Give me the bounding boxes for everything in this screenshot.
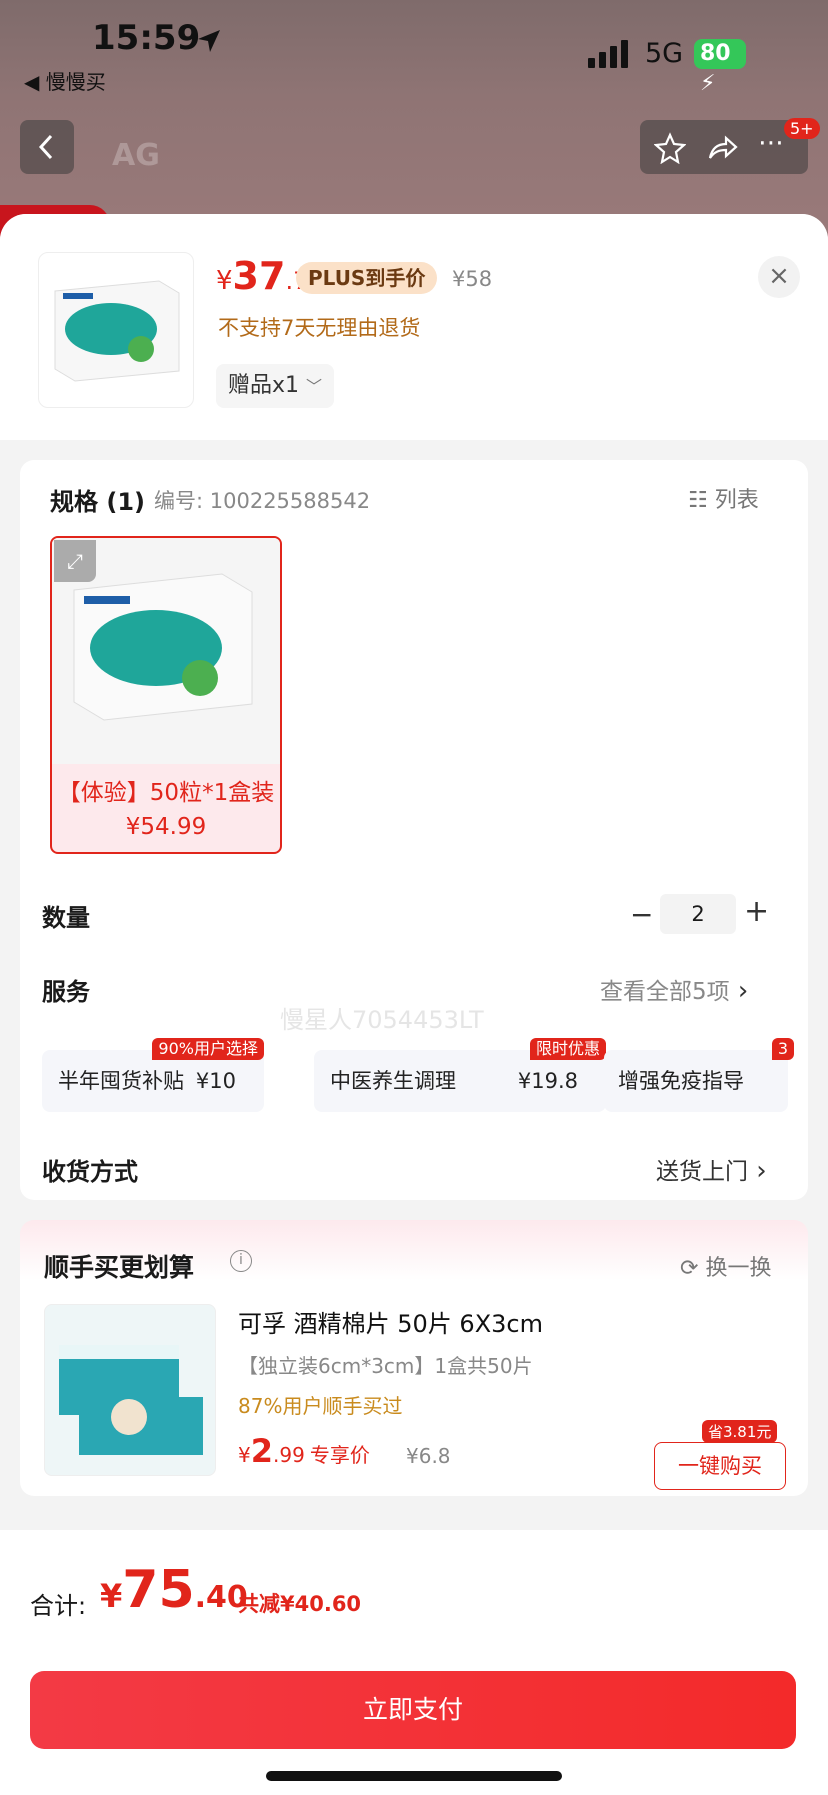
message-badge: 5+ [784,118,820,139]
service-name: 增强免疫指导 [618,1069,744,1093]
addon-product-image[interactable] [44,1304,216,1476]
close-button[interactable]: × [758,256,800,298]
service-name: 中医养生调理 [330,1069,456,1093]
pay-now-button[interactable]: 立即支付 [30,1671,796,1749]
product-thumbnail[interactable] [38,252,194,408]
home-indicator [266,1771,562,1781]
discount-total: 共减¥40.60 [238,1592,362,1616]
swap-button[interactable]: ⟳ 换一换 [680,1250,771,1282]
status-time: 15:59 [92,18,201,58]
nav-action-group: ⋯ [640,120,808,174]
view-all-services-link[interactable]: 查看全部5项 › [600,972,748,1006]
refresh-icon: ⟳ [680,1256,699,1281]
addon-product-name[interactable]: 可孚 酒精棉片 50片 6X3cm [238,1304,543,1339]
service-option[interactable]: 半年囤货补贴 ¥10 90%用户选择 [42,1038,264,1112]
back-button[interactable] [20,120,74,174]
addon-title: 顺手买更划算 [44,1253,195,1282]
service-name: 半年囤货补贴 [58,1069,184,1093]
expand-icon[interactable]: ⤢ [54,540,96,582]
view-all-services-label: 查看全部5项 [600,979,730,1005]
signal-icon [588,40,628,68]
delivery-method-value: 送货上门 [656,1159,748,1185]
quantity-label: 数量 [42,904,90,932]
more-icon[interactable]: ⋯ [758,128,784,158]
service-label: 服务 [42,978,90,1006]
star-icon[interactable] [654,132,686,164]
return-policy-note: 不支持7天无理由退货 [218,316,421,340]
info-icon[interactable]: i [230,1250,252,1272]
service-option[interactable]: 增强免疫指导 3 [604,1038,794,1112]
chevron-left-icon [38,134,53,160]
alcohol-pad-box-image [59,1345,203,1455]
location-arrow-icon [198,30,220,52]
addon-original-price: ¥6.8 [406,1444,451,1468]
chevron-right-icon: › [748,1156,767,1186]
original-price: ¥58 [452,267,493,291]
network-label: 5G [645,38,684,69]
watermark-text: 慢星人7054453LT [280,1006,484,1034]
current-price: ¥37.7 [216,254,308,298]
delivery-method-link[interactable]: 送货上门 › [656,1152,767,1186]
list-icon: ☷ [688,488,708,513]
brand-logo: AG [112,138,160,173]
checkout-bar: 合计: ¥75.40 共减¥40.60 立即支付 [0,1530,828,1795]
service-badge: 限时优惠 [529,1038,606,1060]
delivery-label: 收货方式 [42,1158,138,1186]
service-badge: 3 [771,1038,794,1060]
quantity-decrease-button[interactable]: − [630,898,653,931]
battery-icon: 80 ⚡ [694,39,746,96]
addon-product-desc: 【独立装6cm*3cm】1盒共50片 [238,1354,533,1378]
swap-label: 换一换 [705,1256,772,1281]
plus-price-tag: PLUS到手价 [296,262,438,294]
chevron-right-icon: › [729,976,749,1006]
service-badge: 90%用户选择 [152,1038,264,1060]
spec-card: 规格 (1) 编号: 100225588542 ☷ 列表 ⤢ 【体验】50粒*1… [20,460,808,1200]
product-box-image [54,280,180,382]
save-tag: 省3.81元 [702,1420,778,1443]
gift-label: 赠品x1 [228,373,300,398]
list-view-button[interactable]: ☷ 列表 [688,482,759,514]
quantity-increase-button[interactable]: + [744,894,769,929]
addon-purchase-rate: 87%用户顺手买过 [238,1394,403,1418]
sku-label: 【体验】50粒*1盒装 ¥54.99 [57,780,275,840]
addon-card: 顺手买更划算 i ⟳ 换一换 可孚 酒精棉片 50片 6X3cm 【独立装6cm… [20,1220,808,1496]
back-to-app-link[interactable]: ◀ 慢慢买 [24,66,106,95]
addon-price: ¥2.99 专享价 [238,1432,370,1470]
purchase-sheet: ¥37.7 PLUS到手价 ¥58 × 不支持7天无理由退货 赠品x1 ﹀ 规格… [0,214,828,1795]
service-option[interactable]: 中医养生调理 ¥19.8 限时优惠 [314,1038,606,1112]
one-click-buy-button[interactable]: 一键购买 [654,1442,786,1490]
chevron-down-icon: ﹀ [306,377,323,396]
battery-level: 80 [700,41,731,66]
product-number: 编号: 100225588542 [154,489,371,513]
list-view-label: 列表 [714,488,759,513]
quantity-input[interactable]: 2 [660,894,736,934]
total-label: 合计: [30,1592,87,1620]
total-price: ¥75.40 [100,1560,248,1620]
product-header: ¥37.7 PLUS到手价 ¥58 × 不支持7天无理由退货 赠品x1 ﹀ [0,214,828,440]
sku-option-selected[interactable]: ⤢ 【体验】50粒*1盒装 ¥54.99 [50,536,282,854]
share-icon[interactable] [706,132,738,164]
spec-title: 规格 (1) [50,488,145,516]
gift-dropdown[interactable]: 赠品x1 ﹀ [216,364,335,408]
